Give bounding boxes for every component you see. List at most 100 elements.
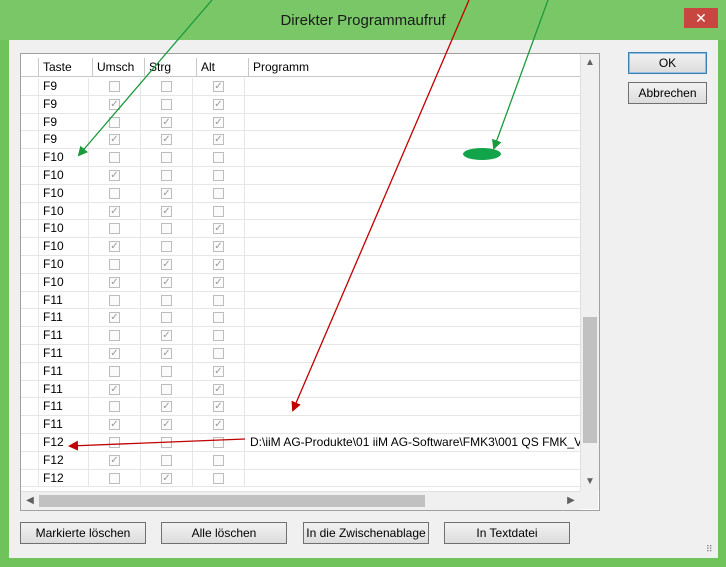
checkbox-alt[interactable]: ✓ (213, 98, 224, 110)
row-indicator[interactable] (21, 131, 39, 149)
checkbox-umsch[interactable]: ✓ (109, 383, 120, 395)
checkbox-umsch[interactable] (109, 223, 120, 235)
header-alt[interactable]: Alt (197, 58, 249, 76)
checkbox-alt[interactable]: ✓ (213, 134, 224, 146)
table-row[interactable]: F9 ✓ (21, 78, 580, 96)
checkbox-strg[interactable] (161, 383, 172, 395)
checkbox-umsch[interactable]: ✓ (109, 276, 120, 288)
table-row[interactable]: F9 ✓ ✓ ✓ (21, 131, 580, 150)
ok-button[interactable]: OK (628, 52, 707, 74)
checkbox-alt[interactable]: ✓ (213, 258, 224, 270)
checkbox-umsch[interactable] (109, 187, 120, 199)
checkbox-alt[interactable]: ✓ (213, 365, 224, 377)
table-row[interactable]: F12 ✓ (21, 469, 580, 488)
checkbox-strg[interactable]: ✓ (161, 347, 172, 359)
checkbox-alt[interactable] (213, 152, 224, 164)
checkbox-strg[interactable] (161, 454, 172, 466)
scroll-down-icon[interactable]: ▼ (581, 476, 599, 487)
checkbox-strg[interactable] (161, 294, 172, 306)
cell-taste[interactable]: F10 (39, 166, 89, 184)
cell-programm[interactable] (245, 256, 580, 273)
row-indicator[interactable] (21, 78, 39, 95)
table-row[interactable]: F10 ✓ ✓ (21, 238, 580, 256)
checkbox-umsch[interactable] (109, 472, 120, 484)
horizontal-scroll-thumb[interactable] (39, 495, 425, 507)
checkbox-umsch[interactable]: ✓ (109, 134, 120, 146)
checkbox-umsch[interactable] (109, 152, 120, 164)
row-indicator[interactable] (21, 273, 39, 291)
checkbox-alt[interactable]: ✓ (213, 276, 224, 288)
row-indicator[interactable] (21, 362, 39, 380)
cell-taste[interactable]: F12 (39, 451, 89, 469)
cancel-button[interactable]: Abbrechen (628, 82, 707, 104)
table-row[interactable]: F11 ✓ ✓ (21, 398, 580, 417)
row-indicator[interactable] (21, 95, 39, 113)
cell-programm[interactable] (245, 167, 580, 184)
cell-programm[interactable] (245, 345, 580, 362)
checkbox-alt[interactable] (213, 330, 224, 342)
cell-programm[interactable] (245, 114, 580, 131)
checkbox-strg[interactable]: ✓ (161, 187, 172, 199)
row-indicator[interactable] (21, 166, 39, 184)
table-row[interactable]: F11 ✓ ✓ (21, 344, 580, 363)
checkbox-strg[interactable]: ✓ (161, 134, 172, 146)
cell-programm[interactable] (245, 327, 580, 344)
row-indicator[interactable] (21, 433, 39, 451)
cell-taste[interactable]: F10 (39, 273, 89, 291)
checkbox-umsch[interactable]: ✓ (109, 205, 120, 217)
checkbox-umsch[interactable]: ✓ (109, 241, 120, 253)
checkbox-alt[interactable]: ✓ (213, 116, 224, 128)
row-indicator[interactable] (21, 202, 39, 220)
cell-programm[interactable] (245, 416, 580, 433)
cell-programm[interactable] (245, 96, 580, 113)
cell-taste[interactable]: F11 (39, 309, 89, 327)
table-row[interactable]: F11 ✓ (21, 309, 580, 328)
checkbox-strg[interactable]: ✓ (161, 330, 172, 342)
cell-taste[interactable]: F11 (39, 291, 89, 309)
table-row[interactable]: F11 ✓ (21, 327, 580, 345)
checkbox-alt[interactable] (213, 205, 224, 217)
cell-taste[interactable]: F11 (39, 398, 89, 416)
row-indicator[interactable] (21, 255, 39, 273)
checkbox-alt[interactable]: ✓ (213, 401, 224, 413)
close-button[interactable]: ✕ (684, 8, 718, 28)
cell-programm[interactable] (245, 185, 580, 202)
header-programm[interactable]: Programm (249, 58, 580, 76)
row-indicator[interactable] (21, 184, 39, 202)
cell-taste[interactable]: F11 (39, 344, 89, 362)
cell-programm[interactable] (245, 363, 580, 380)
checkbox-umsch[interactable]: ✓ (109, 169, 120, 181)
checkbox-umsch[interactable] (109, 436, 120, 448)
table-row[interactable]: F10 ✓ (21, 220, 580, 239)
cell-programm[interactable] (245, 203, 580, 220)
row-indicator[interactable] (21, 469, 39, 487)
checkbox-strg[interactable] (161, 436, 172, 448)
cell-programm[interactable] (245, 78, 580, 95)
checkbox-alt[interactable] (213, 169, 224, 181)
table-row[interactable]: F11 (21, 291, 580, 310)
header-taste[interactable]: Taste (39, 58, 93, 76)
cell-programm[interactable] (245, 238, 580, 255)
cell-taste[interactable]: F9 (39, 95, 89, 113)
checkbox-alt[interactable] (213, 294, 224, 306)
checkbox-alt[interactable] (213, 454, 224, 466)
table-row[interactable]: F11 ✓ ✓ (21, 380, 580, 399)
checkbox-strg[interactable] (161, 223, 172, 235)
scroll-left-icon[interactable]: ◀ (21, 495, 39, 506)
cell-taste[interactable]: F10 (39, 220, 89, 238)
checkbox-umsch[interactable] (109, 258, 120, 270)
row-indicator[interactable] (21, 327, 39, 344)
row-indicator[interactable] (21, 344, 39, 362)
checkbox-strg[interactable] (161, 365, 172, 377)
checkbox-strg[interactable]: ✓ (161, 258, 172, 270)
horizontal-scrollbar[interactable]: ◀ ▶ (21, 491, 580, 510)
checkbox-alt[interactable] (213, 312, 224, 324)
checkbox-alt[interactable] (213, 472, 224, 484)
vertical-scroll-thumb[interactable] (583, 317, 597, 443)
row-indicator[interactable] (21, 380, 39, 398)
cell-programm[interactable] (245, 309, 580, 326)
checkbox-umsch[interactable]: ✓ (109, 312, 120, 324)
cell-taste[interactable]: F9 (39, 113, 89, 131)
checkbox-umsch[interactable]: ✓ (109, 419, 120, 431)
cell-taste[interactable]: F10 (39, 202, 89, 220)
